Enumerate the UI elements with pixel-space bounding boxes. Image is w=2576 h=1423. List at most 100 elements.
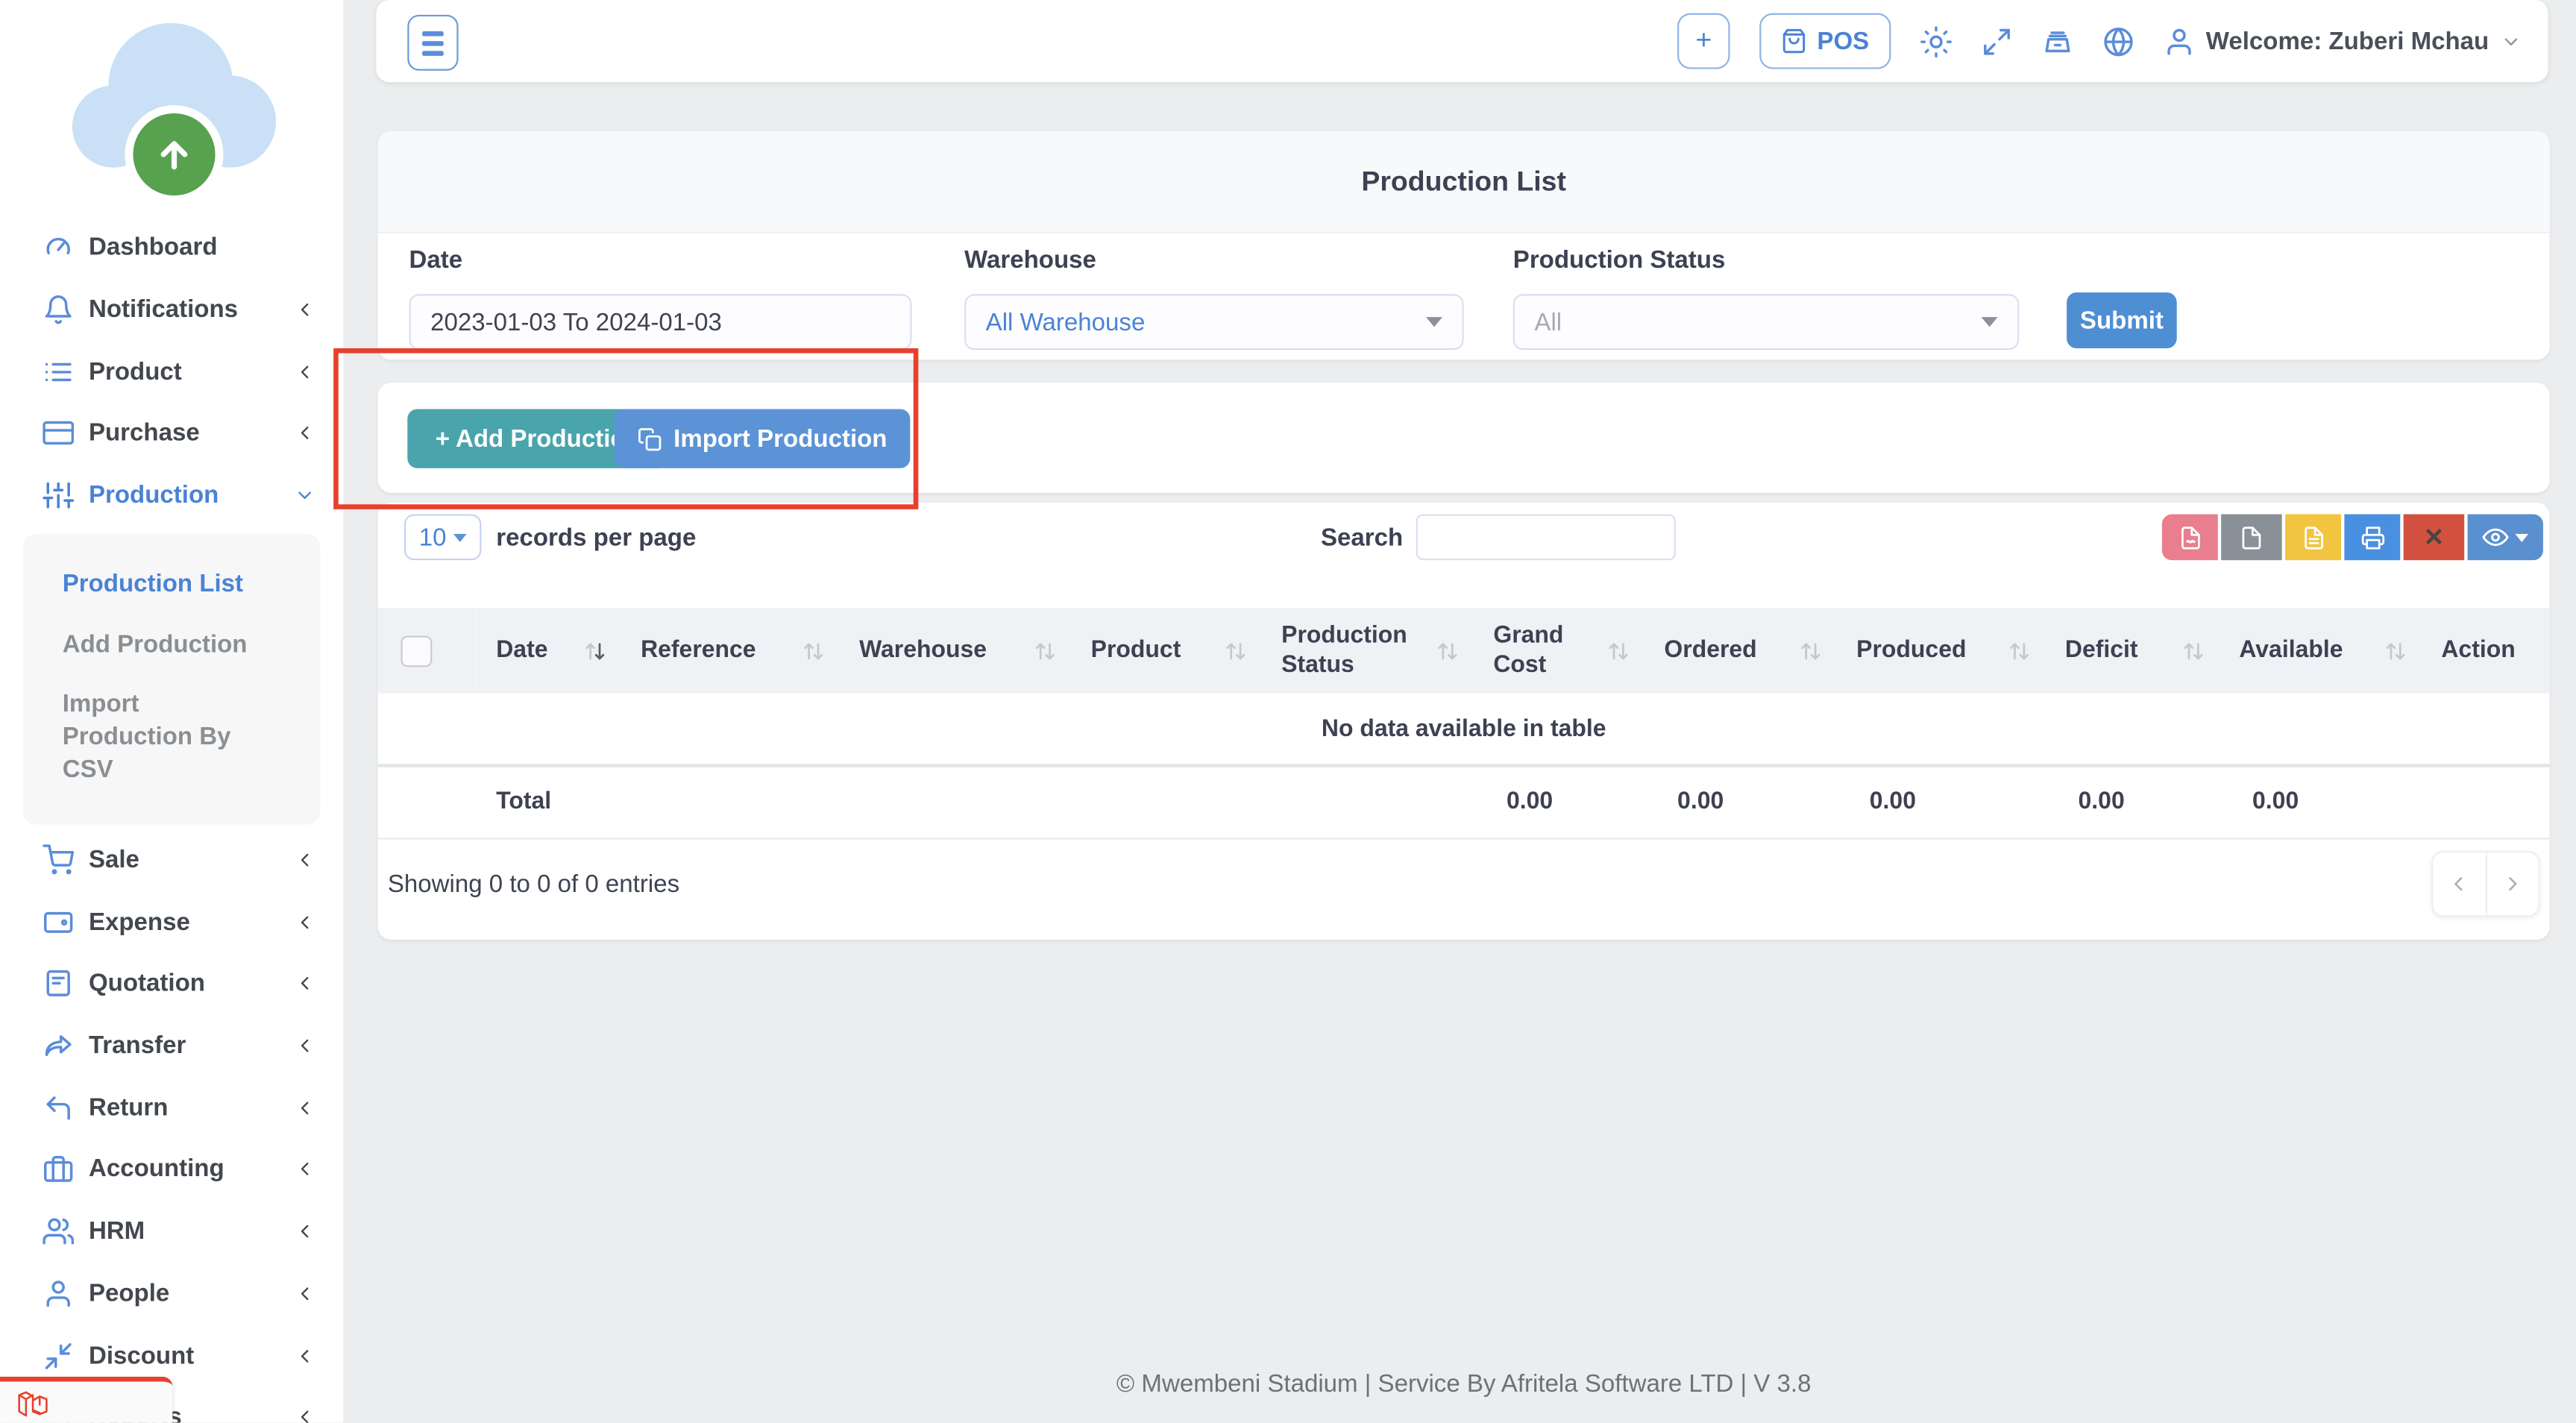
caret-down-icon — [453, 533, 467, 541]
list-icon — [43, 356, 74, 387]
column-header-deficit[interactable]: Deficit — [2045, 608, 2219, 694]
sort-icon — [1606, 638, 1631, 663]
x-icon: ✕ — [2424, 522, 2445, 552]
date-range-input[interactable] — [411, 308, 911, 336]
export-pdf-button[interactable] — [2162, 514, 2218, 560]
submenu-item-add-production[interactable]: Add Production — [23, 615, 321, 675]
column-label: Produced — [1856, 635, 1966, 665]
return-arrow-icon — [43, 1092, 74, 1123]
cash-register-icon[interactable] — [2041, 25, 2073, 57]
pos-button[interactable]: POS — [1759, 13, 1891, 69]
sliders-icon — [43, 480, 74, 511]
column-label: Reference — [641, 635, 755, 665]
column-header-ordered[interactable]: Ordered — [1644, 608, 1837, 694]
column-label: Grand Cost — [1493, 621, 1572, 680]
sidebar-item-production[interactable]: Production — [0, 465, 343, 527]
chevron-left-icon — [294, 1097, 315, 1119]
column-visibility-button[interactable] — [2468, 514, 2543, 560]
column-header-production-status[interactable]: Production Status — [1262, 608, 1474, 694]
sidebar-item-expense[interactable]: Expense — [0, 891, 343, 953]
export-buttons: ✕ — [2162, 514, 2543, 560]
production-table: Date Reference Warehouse Product — [378, 608, 2550, 838]
submenu-item-import-production-csv[interactable]: Import Production By CSV — [23, 675, 321, 801]
fullscreen-icon[interactable] — [1981, 25, 2012, 57]
sidebar-item-accounting[interactable]: Accounting — [0, 1139, 343, 1201]
sort-icon — [2181, 638, 2206, 663]
status-selected-value: All — [1534, 308, 1562, 336]
search-input[interactable] — [1416, 514, 1676, 560]
empty-row: No data available in table — [378, 694, 2550, 766]
sidebar-item-notifications[interactable]: Notifications — [0, 279, 343, 341]
column-header-product[interactable]: Product — [1071, 608, 1262, 694]
pos-label: POS — [1817, 27, 1869, 54]
select-all-checkbox[interactable] — [400, 635, 432, 666]
credit-card-icon — [43, 418, 74, 449]
page-size-select[interactable]: 10 — [404, 514, 482, 560]
total-label: Total — [477, 766, 621, 838]
production-submenu: Production List Add Production Import Pr… — [23, 535, 321, 824]
total-grand-cost: 0.00 — [1474, 766, 1644, 838]
shopping-bag-icon — [1781, 28, 1807, 54]
footer-copyright: © Mwembeni Stadium | Service By Afritela… — [378, 1370, 2550, 1398]
user-icon — [2164, 25, 2195, 57]
warehouse-select[interactable]: All Warehouse — [964, 294, 1464, 350]
chevron-left-icon — [294, 1407, 315, 1423]
document-icon — [43, 968, 74, 999]
previous-page-button[interactable] — [2433, 852, 2487, 915]
column-label: Available — [2239, 635, 2343, 665]
quick-add-button[interactable]: + — [1677, 13, 1730, 69]
user-menu[interactable]: Welcome: Zuberi Mchau — [2164, 25, 2522, 57]
table-card: 10 records per page Search ✕ — [378, 503, 2550, 940]
cart-icon — [43, 844, 74, 876]
column-header-date[interactable]: Date — [477, 608, 621, 694]
warehouse-selected-value: All Warehouse — [986, 308, 1146, 336]
import-production-button[interactable]: Import Production — [615, 409, 911, 468]
sidebar-item-people[interactable]: People — [0, 1263, 343, 1325]
column-label: Action — [2441, 638, 2515, 664]
print-button[interactable] — [2344, 514, 2400, 560]
sidebar-item-return[interactable]: Return — [0, 1077, 343, 1139]
export-excel-button[interactable] — [2285, 514, 2341, 560]
sort-icon — [583, 638, 608, 663]
gauge-icon — [43, 232, 74, 263]
next-page-button[interactable] — [2487, 852, 2538, 915]
export-csv-button[interactable] — [2221, 514, 2282, 560]
total-ordered: 0.00 — [1644, 766, 1837, 838]
header-right-cluster: + POS Welcome: Zuberi Mchau — [1677, 0, 2522, 82]
actions-card: + Add Production Import Production — [378, 383, 2550, 493]
sidebar-item-transfer[interactable]: Transfer — [0, 1015, 343, 1077]
brightness-icon[interactable] — [1920, 25, 1951, 57]
submenu-item-production-list[interactable]: Production List — [23, 556, 321, 616]
laravel-badge[interactable] — [0, 1377, 172, 1423]
chevron-left-icon — [294, 423, 315, 445]
submit-button[interactable]: Submit — [2067, 292, 2177, 348]
sort-icon — [1224, 638, 1248, 663]
sidebar-item-sale[interactable]: Sale — [0, 829, 343, 891]
column-header-produced[interactable]: Produced — [1837, 608, 2046, 694]
upload-arrow-icon — [133, 113, 215, 195]
sidebar-item-hrm[interactable]: HRM — [0, 1201, 343, 1263]
sidebar-item-dashboard[interactable]: Dashboard — [0, 217, 343, 279]
column-header-grand-cost[interactable]: Grand Cost — [1474, 608, 1644, 694]
column-header-warehouse[interactable]: Warehouse — [840, 608, 1072, 694]
chevron-left-icon — [294, 1345, 315, 1366]
sidebar-item-purchase[interactable]: Purchase — [0, 403, 343, 465]
sidebar-item-label: Sale — [89, 846, 139, 874]
clear-filter-button[interactable]: ✕ — [2404, 514, 2465, 560]
chevron-down-icon — [294, 485, 315, 506]
production-status-select[interactable]: All — [1513, 294, 2019, 350]
column-header-action: Action — [2422, 608, 2550, 694]
briefcase-icon — [43, 1154, 74, 1185]
sidebar-item-product[interactable]: Product — [0, 341, 343, 403]
import-production-label: Import Production — [673, 424, 887, 452]
column-header-reference[interactable]: Reference — [621, 608, 840, 694]
column-header-available[interactable]: Available — [2220, 608, 2422, 694]
column-label: Production Status — [1281, 621, 1413, 680]
globe-icon[interactable] — [2102, 25, 2134, 57]
menu-toggle-button[interactable] — [407, 15, 458, 71]
sort-icon — [2384, 638, 2408, 663]
app-logo — [0, 0, 343, 217]
sidebar-item-quotation[interactable]: Quotation — [0, 953, 343, 1015]
sidebar: Dashboard Notifications Product Purchase… — [0, 0, 345, 1423]
select-all-header — [378, 608, 477, 694]
